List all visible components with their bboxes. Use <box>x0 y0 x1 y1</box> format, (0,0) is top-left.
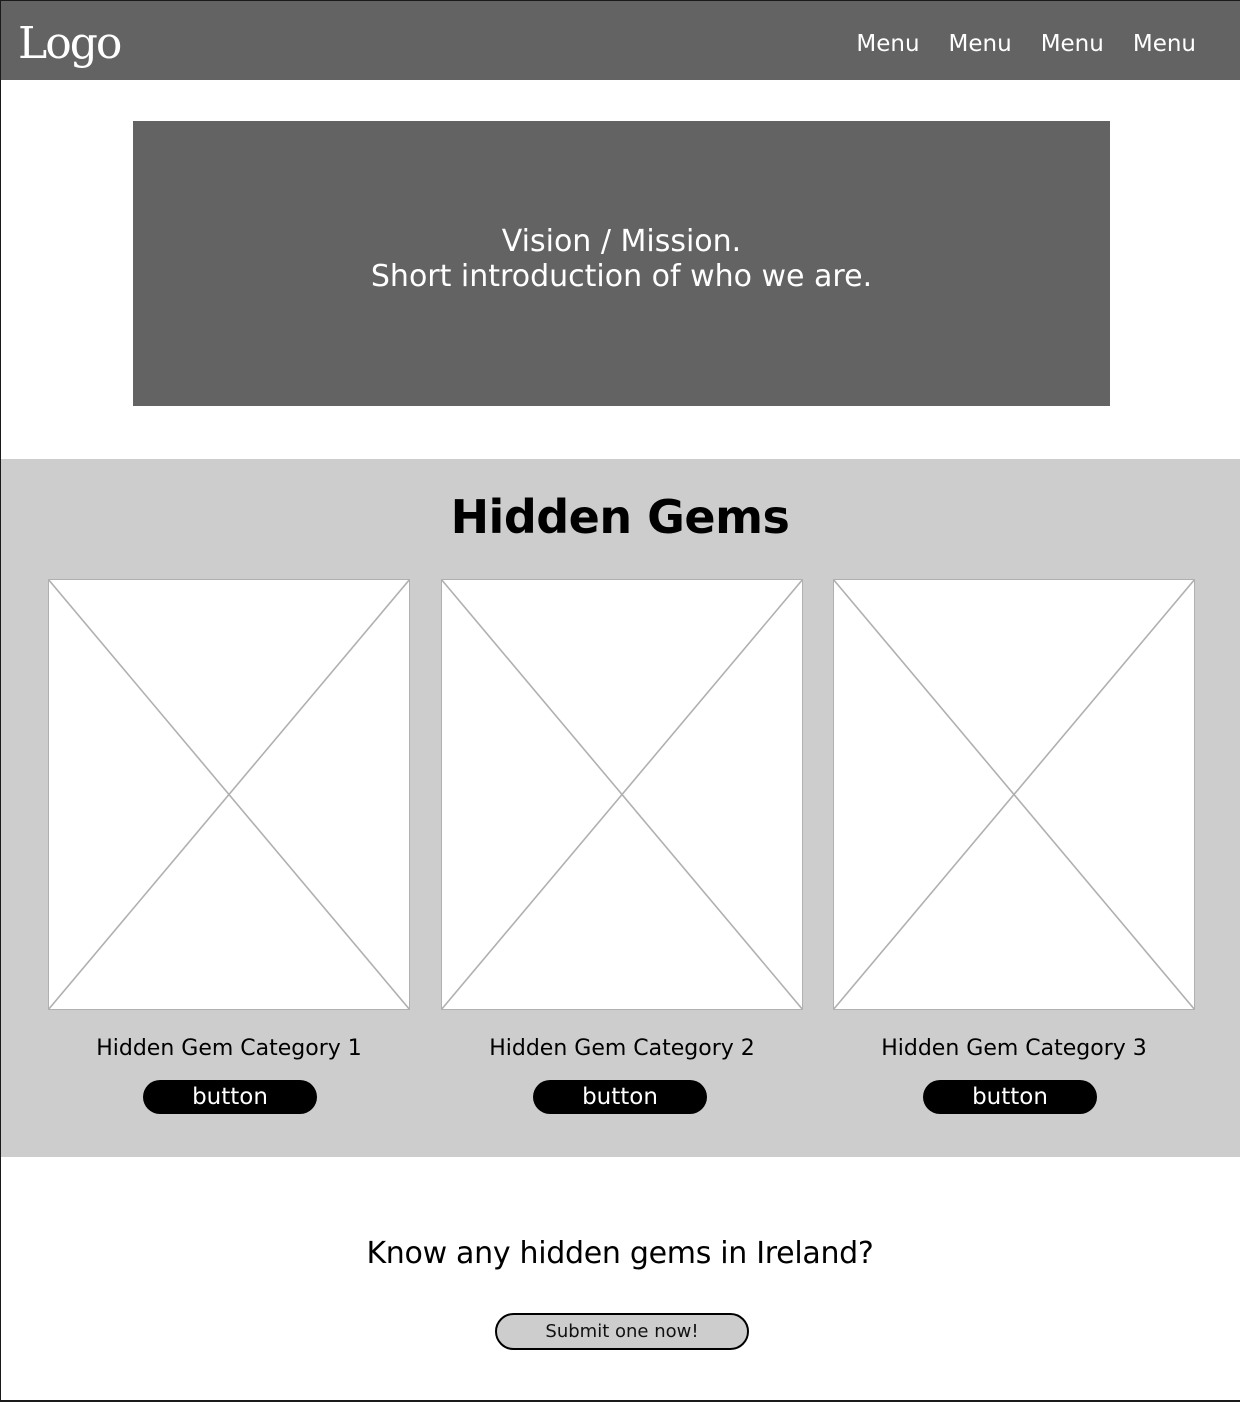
gem-card-1: Hidden Gem Category 1 button <box>48 579 410 1114</box>
hero-vision-mission: Vision / Mission. <box>501 224 742 259</box>
gem-card-button[interactable]: button <box>923 1080 1097 1114</box>
site-header: Logo Menu Menu Menu Menu <box>0 0 1240 80</box>
hero-banner: Vision / Mission. Short introduction of … <box>133 121 1110 406</box>
gem-card-3: Hidden Gem Category 3 button <box>833 579 1195 1114</box>
image-placeholder-icon <box>833 579 1195 1010</box>
nav-menu-4[interactable]: Menu <box>1133 28 1196 60</box>
hero-introduction: Short introduction of who we are. <box>370 259 873 294</box>
nav-menu-1[interactable]: Menu <box>856 28 919 60</box>
gem-card-2: Hidden Gem Category 2 button <box>441 579 803 1114</box>
image-placeholder-icon <box>48 579 410 1010</box>
hidden-gems-section: Hidden Gems Hidden Gem Category 1 button… <box>0 459 1240 1157</box>
main-nav: Menu Menu Menu Menu <box>856 28 1196 60</box>
image-placeholder-icon <box>441 579 803 1010</box>
cta-question: Know any hidden gems in Ireland? <box>366 1236 874 1271</box>
nav-menu-2[interactable]: Menu <box>949 28 1012 60</box>
nav-menu-3[interactable]: Menu <box>1041 28 1104 60</box>
section-title: Hidden Gems <box>450 490 790 544</box>
gem-card-caption: Hidden Gem Category 2 <box>489 1036 755 1061</box>
logo[interactable]: Logo <box>18 14 122 74</box>
submit-gem-button[interactable]: Submit one now! <box>495 1313 749 1350</box>
gem-card-caption: Hidden Gem Category 3 <box>881 1036 1147 1061</box>
gem-card-button[interactable]: button <box>533 1080 707 1114</box>
gem-card-button[interactable]: button <box>143 1080 317 1114</box>
gem-card-caption: Hidden Gem Category 1 <box>96 1036 362 1061</box>
